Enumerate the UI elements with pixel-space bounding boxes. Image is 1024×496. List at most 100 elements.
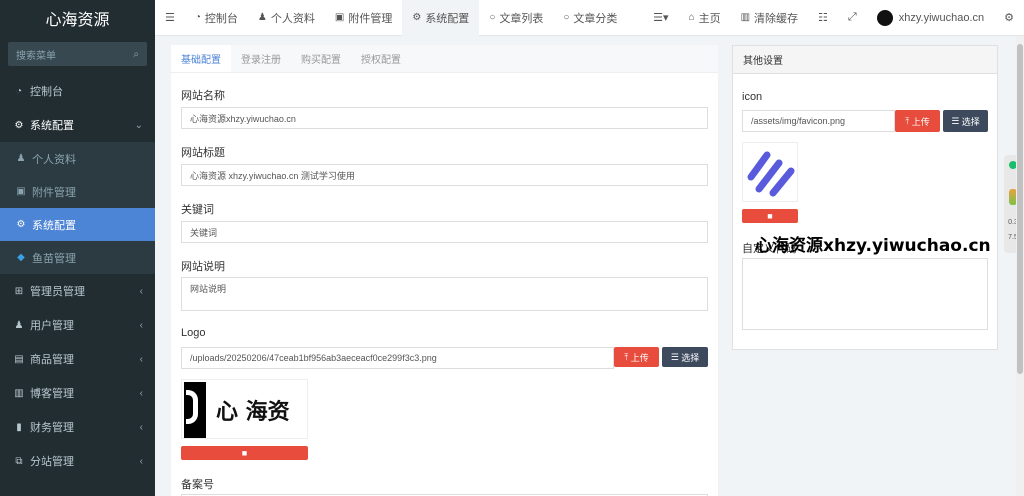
icon-path-input[interactable]: /assets/img/favicon.png <box>742 110 895 132</box>
logo-upload-button[interactable]: ⤒ 上传 <box>614 347 659 367</box>
menu-search-input[interactable]: 搜索菜单 ⌕ <box>8 42 147 66</box>
chevron-down-icon: ⌄ <box>134 119 143 131</box>
sidebar-item-attachments[interactable]: ▣ 附件管理 <box>0 175 155 208</box>
keywords-input[interactable]: 关键词 <box>181 221 708 243</box>
chevron-left-icon: ‹ <box>139 387 143 399</box>
tab-dashboard[interactable]: ◔ 控制台 <box>185 0 248 36</box>
fullscreen-button[interactable]: ⤢ <box>838 0 867 36</box>
favicon-image <box>747 151 795 197</box>
tab-purchase-config[interactable]: 购买配置 <box>291 45 351 72</box>
sidebar-item-profile[interactable]: ♟ 个人资料 <box>0 142 155 175</box>
image-icon: ▣ <box>334 12 345 23</box>
sidebar-item-users[interactable]: ♟ 用户管理 ‹ <box>0 308 155 342</box>
logo-label: Logo <box>181 327 206 339</box>
watermark-text: 心海资源xhzy.yiwuchao.cn <box>755 236 991 256</box>
page-scrollbar[interactable] <box>1016 36 1024 496</box>
logo-delete-button[interactable]: ■ <box>181 446 308 460</box>
icon-upload-button[interactable]: ⤒ 上传 <box>895 110 940 132</box>
choose-label: 选择 <box>961 116 980 127</box>
sidebar-item-admins[interactable]: ⊞ 管理员管理 ‹ <box>0 274 155 308</box>
logo-path-input[interactable]: /uploads/20250206/47ceab1bf956ab3aeceacf… <box>181 347 614 369</box>
tab-profile[interactable]: ♟ 个人资料 <box>248 0 325 36</box>
tab-label: 系统配置 <box>425 12 470 25</box>
description-textarea[interactable]: 网站说明 <box>181 277 708 311</box>
circle-icon: ○ <box>489 12 496 23</box>
cog-icon: ⚙ <box>412 12 422 23</box>
icon-choose-button[interactable]: ☰ 选择 <box>943 110 988 132</box>
chevron-left-icon: ‹ <box>139 319 143 331</box>
user-menu[interactable]: xhzy.yiwuchao.cn <box>867 0 994 36</box>
chevron-left-icon: ‹ <box>139 421 143 433</box>
cogs-icon: ⚙ <box>1004 12 1014 24</box>
chevron-left-icon: ‹ <box>139 285 143 297</box>
sidebar-item-system-config-sub[interactable]: ⚙ 系统配置 <box>0 208 155 241</box>
tab-article-category[interactable]: ○ 文章分类 <box>553 0 627 36</box>
trash-icon: ▥ <box>740 12 751 23</box>
tab-login-register[interactable]: 登录注册 <box>231 45 291 72</box>
list-dropdown-icon: ☰▾ <box>653 12 669 24</box>
cogs-icon: ⚙ <box>14 119 24 131</box>
sidebar-item-system-config[interactable]: ⚙ 系统配置 ⌄ <box>0 108 155 142</box>
book-icon: ▥ <box>14 387 24 399</box>
choose-label: 选择 <box>681 352 700 363</box>
sidebar-item-fish[interactable]: ◆ 鱼苗管理 <box>0 241 155 274</box>
image-icon: ▣ <box>16 186 26 197</box>
circle-icon: ○ <box>563 12 570 23</box>
avatar <box>876 9 893 26</box>
tab-system-config[interactable]: ⚙ 系统配置 <box>402 0 480 36</box>
sidebar-toggle-button[interactable]: ☰ <box>155 0 185 36</box>
language-button[interactable]: ☷ <box>808 0 838 36</box>
tab-article-list[interactable]: ○ 文章列表 <box>479 0 553 36</box>
sidebar-item-dashboard[interactable]: ◔ 控制台 <box>0 74 155 108</box>
sidebar-item-label: 附件管理 <box>32 186 76 199</box>
list-icon: ☰ <box>951 115 960 126</box>
sidebar-item-blog[interactable]: ▥ 博客管理 ‹ <box>0 376 155 410</box>
cart-icon: ▤ <box>14 353 24 365</box>
search-icon[interactable]: ⌕ <box>133 49 139 60</box>
brand-logo[interactable]: 心海资源 <box>0 0 155 36</box>
sidebar-item-substation[interactable]: ⧉ 分站管理 ‹ <box>0 444 155 478</box>
keywords-label: 关键词 <box>181 204 214 216</box>
sidebar-item-label: 博客管理 <box>30 388 74 400</box>
sidebar-item-label: 控制台 <box>30 86 63 98</box>
icon-delete-button[interactable]: ■ <box>742 209 798 223</box>
trash-icon: ■ <box>241 448 248 458</box>
site-title-input[interactable]: 心海资源 xhzy.yiwuchao.cn 测试学习使用 <box>181 164 708 186</box>
sidebar-item-finance[interactable]: ▮ 财务管理 ‹ <box>0 410 155 444</box>
upload-icon: ⤒ <box>905 115 910 126</box>
other-settings-title: 其他设置 <box>733 46 997 74</box>
username: xhzy.yiwuchao.cn <box>898 11 985 24</box>
user-icon: ♟ <box>14 319 24 331</box>
description-label: 网站说明 <box>181 261 225 273</box>
scrollbar-thumb[interactable] <box>1017 44 1023 374</box>
top-navbar: ☰ ◔ 控制台 ♟ 个人资料 ▣ 附件管理 ⚙ 系统配置 ○ 文章列表 ○ 文章分类 ☰▾ … <box>155 0 1024 36</box>
sidebar-item-label: 鱼苗管理 <box>32 252 76 265</box>
tab-license-config[interactable]: 授权配置 <box>351 45 411 72</box>
clear-cache-button[interactable]: ▥ 清除缓存 <box>731 0 808 36</box>
tab-basic-config[interactable]: 基础配置 <box>171 45 231 72</box>
user-icon: ♟ <box>257 12 267 23</box>
custom-code-textarea[interactable] <box>742 258 988 330</box>
tab-label: 附件管理 <box>348 12 393 25</box>
sidebar-item-label: 系统配置 <box>30 120 74 132</box>
sidebar-item-label: 管理员管理 <box>30 286 85 298</box>
clear-cache-label: 清除缓存 <box>754 12 799 25</box>
upload-label: 上传 <box>630 352 649 363</box>
site-name-input[interactable]: 心海资源xhzy.yiwuchao.cn <box>181 107 708 129</box>
settings-button[interactable]: ⚙ <box>994 0 1024 36</box>
tab-label: 个人资料 <box>270 12 315 25</box>
windows-icon: ⊞ <box>14 285 24 297</box>
site-title-label: 网站标题 <box>181 147 225 159</box>
chevron-left-icon: ‹ <box>139 455 143 467</box>
config-panel: 基础配置 登录注册 购买配置 授权配置 网站名称 心海资源xhzy.yiwuch… <box>171 45 718 496</box>
translate-icon: ☷ <box>818 12 828 24</box>
logo-choose-button[interactable]: ☰ 选择 <box>662 347 708 367</box>
home-label: 主页 <box>698 12 721 25</box>
home-link[interactable]: ⌂ 主页 <box>679 0 731 36</box>
upload-icon: ⤒ <box>624 351 629 362</box>
user-icon: ♟ <box>16 153 26 164</box>
fish-icon: ◆ <box>17 252 25 263</box>
tab-attachments[interactable]: ▣ 附件管理 <box>325 0 402 36</box>
tabs-dropdown-button[interactable]: ☰▾ <box>643 0 678 36</box>
sidebar-item-goods[interactable]: ▤ 商品管理 ‹ <box>0 342 155 376</box>
